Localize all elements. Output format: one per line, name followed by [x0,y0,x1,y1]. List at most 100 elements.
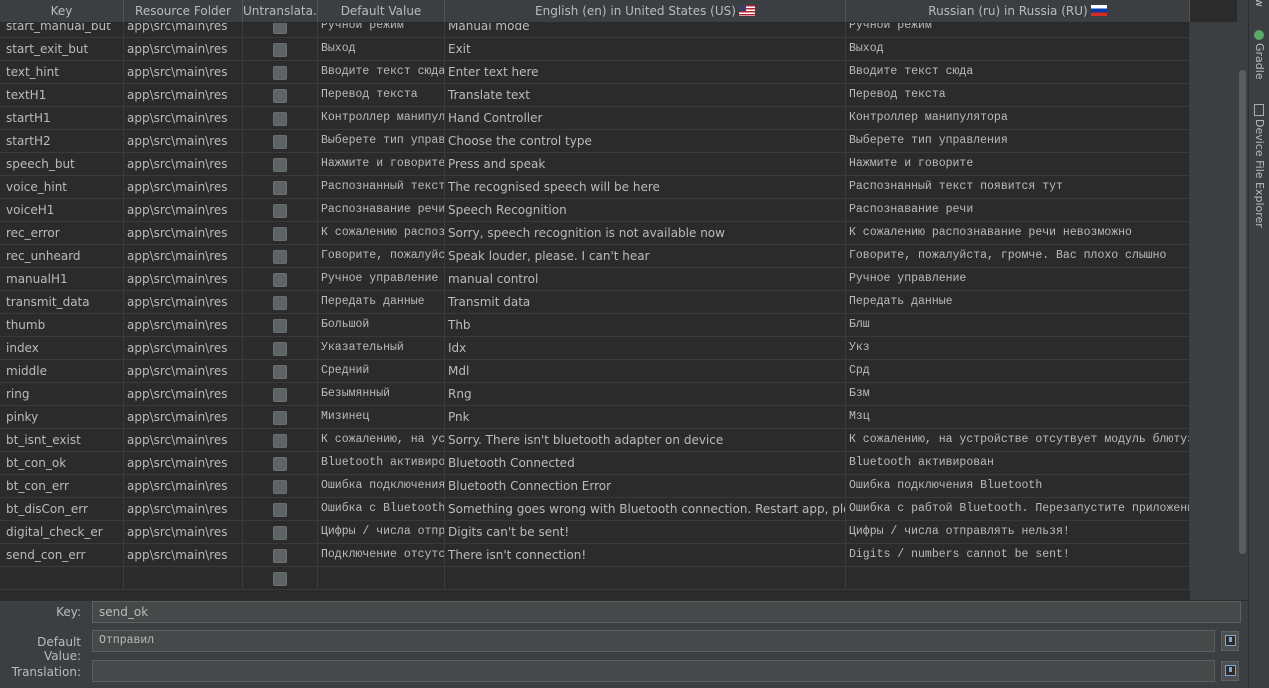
untranslatable-cell[interactable] [243,199,318,221]
untranslatable-cell[interactable] [243,498,318,520]
untranslatable-checkbox[interactable] [273,341,287,356]
untranslatable-cell[interactable] [243,452,318,474]
russian-cell[interactable]: Мзц [846,406,1190,428]
default-value-cell[interactable]: Выберете тип управления [318,130,445,152]
key-cell[interactable]: bt_isnt_exist [0,429,124,451]
english-cell[interactable]: Translate text [445,84,846,106]
russian-cell[interactable]: Вводите текст сюда [846,61,1190,83]
untranslatable-cell[interactable] [243,38,318,60]
table-row[interactable]: startH2 app\src\main\res Выберете тип упра… [0,130,1190,153]
key-cell[interactable]: startH1 [0,107,124,129]
english-cell[interactable]: Bluetooth Connected [445,452,846,474]
default-value-cell[interactable]: Контроллер манипулятора [318,107,445,129]
english-cell[interactable]: Speak louder, please. I can't hear [445,245,846,267]
key-cell[interactable]: ring [0,383,124,405]
translation-import-button[interactable] [1221,661,1239,681]
russian-cell[interactable]: Bluetooth активирован [846,452,1190,474]
key-cell[interactable]: start_exit_but [0,38,124,60]
russian-cell[interactable]: Перевод текста [846,84,1190,106]
russian-cell[interactable]: Передать данные [846,291,1190,313]
resource-folder-cell[interactable]: app\src\main\res [124,222,243,244]
resource-folder-cell[interactable]: app\src\main\res [124,314,243,336]
untranslatable-cell[interactable] [243,176,318,198]
russian-cell[interactable]: Ошибка подключения Bluetooth [846,475,1190,497]
default-value-cell[interactable]: Указательный [318,337,445,359]
default-value-cell[interactable]: Ручное управление [318,268,445,290]
table-row[interactable]: transmit_data app\src\main\res Передать да… [0,291,1190,314]
russian-cell[interactable]: Срд [846,360,1190,382]
russian-cell[interactable]: Нажмите и говорите [846,153,1190,175]
default-value-cell[interactable]: Перевод текста [318,84,445,106]
untranslatable-checkbox[interactable] [273,134,287,149]
table-row[interactable]: start_exit_but app\src\main\res Выход Exit В… [0,38,1190,61]
untranslatable-checkbox[interactable] [273,226,287,241]
untranslatable-checkbox[interactable] [273,180,287,195]
untranslatable-checkbox[interactable] [273,295,287,310]
resource-folder-cell[interactable]: app\src\main\res [124,245,243,267]
key-cell[interactable]: send_con_err [0,544,124,566]
default-value-cell[interactable]: Средний [318,360,445,382]
key-cell[interactable]: speech_but [0,153,124,175]
resource-folder-cell[interactable]: app\src\main\res [124,199,243,221]
russian-cell[interactable]: Укз [846,337,1190,359]
resource-folder-cell[interactable]: app\src\main\res [124,360,243,382]
default-value-cell[interactable]: Ошибка подключения Bluetooth [318,475,445,497]
english-cell[interactable]: Hand Controller [445,107,846,129]
english-cell[interactable]: Transmit data [445,291,846,313]
russian-cell[interactable]: Digits / numbers cannot be sent! [846,544,1190,566]
key-cell[interactable]: rec_unheard [0,245,124,267]
column-key[interactable]: Key [0,0,124,22]
untranslatable-cell[interactable] [243,429,318,451]
russian-cell[interactable]: Распознанный текст появится тут [846,176,1190,198]
table-row[interactable]: bt_con_ok app\src\main\res Bluetooth актив… [0,452,1190,475]
resource-folder-cell[interactable]: app\src\main\res [124,176,243,198]
resource-folder-cell[interactable]: app\src\main\res [124,475,243,497]
translation-field[interactable] [92,660,1215,682]
resource-folder-cell[interactable]: app\src\main\res [124,107,243,129]
untranslatable-cell[interactable] [243,153,318,175]
russian-cell[interactable]: Контроллер манипулятора [846,107,1190,129]
resource-folder-cell[interactable]: app\src\main\res [124,61,243,83]
untranslatable-checkbox[interactable] [273,42,287,57]
column-default-value[interactable]: Default Value [318,0,445,22]
english-cell[interactable]: There isn't connection! [445,544,846,566]
untranslatable-checkbox[interactable] [273,157,287,172]
column-english[interactable]: English (en) in United States (US) [445,0,846,22]
english-cell[interactable]: Bluetooth Connection Error [445,475,846,497]
untranslatable-cell[interactable] [243,360,318,382]
tool-tab-partial[interactable]: w [1253,0,1266,7]
key-cell[interactable]: middle [0,360,124,382]
untranslatable-checkbox[interactable] [273,502,287,517]
default-value-cell[interactable]: Распознавание речи [318,199,445,221]
default-value-cell[interactable]: Подключение отсутствует [318,544,445,566]
default-value-cell[interactable]: К сожалению распознавание речи невозможн… [318,222,445,244]
key-cell[interactable]: voice_hint [0,176,124,198]
english-cell[interactable]: Rng [445,383,846,405]
russian-cell[interactable]: Говорите, пожалуйста, громче. Вас плохо … [846,245,1190,267]
table-row[interactable]: text_hint app\src\main\res Вводите текст с… [0,61,1190,84]
key-cell[interactable]: pinky [0,406,124,428]
resource-folder-cell[interactable]: app\src\main\res [124,337,243,359]
table-row[interactable]: voice_hint app\src\main\res Распознанный т… [0,176,1190,199]
untranslatable-cell[interactable] [243,567,318,589]
column-untranslatable[interactable]: Untranslata... [243,0,318,22]
untranslatable-checkbox[interactable] [273,456,287,471]
untranslatable-checkbox[interactable] [273,548,287,563]
table-row[interactable]: rec_error app\src\main\res К сожалению рас… [0,222,1190,245]
key-cell[interactable]: voiceH1 [0,199,124,221]
untranslatable-cell[interactable] [243,521,318,543]
resource-folder-cell[interactable]: app\src\main\res [124,521,243,543]
untranslatable-checkbox[interactable] [273,433,287,448]
default-value-field[interactable]: Отправил [92,630,1215,652]
key-cell[interactable]: manualH1 [0,268,124,290]
default-value-cell[interactable]: Ошибка с Bluetooth. Перезапустите прилож… [318,498,445,520]
table-row[interactable]: textH1 app\src\main\res Перевод текста Tran… [0,84,1190,107]
resource-folder-cell[interactable]: app\src\main\res [124,130,243,152]
table-row[interactable]: bt_con_err app\src\main\res Ошибка подключ… [0,475,1190,498]
table-row[interactable]: thumb app\src\main\res Большой Thb Блш [0,314,1190,337]
untranslatable-cell[interactable] [243,383,318,405]
default-value-cell[interactable]: Говорите, пожалуйста, громче. Вас плохо … [318,245,445,267]
key-cell[interactable]: index [0,337,124,359]
default-value-cell[interactable]: Безымянный [318,383,445,405]
resource-folder-cell[interactable]: app\src\main\res [124,498,243,520]
